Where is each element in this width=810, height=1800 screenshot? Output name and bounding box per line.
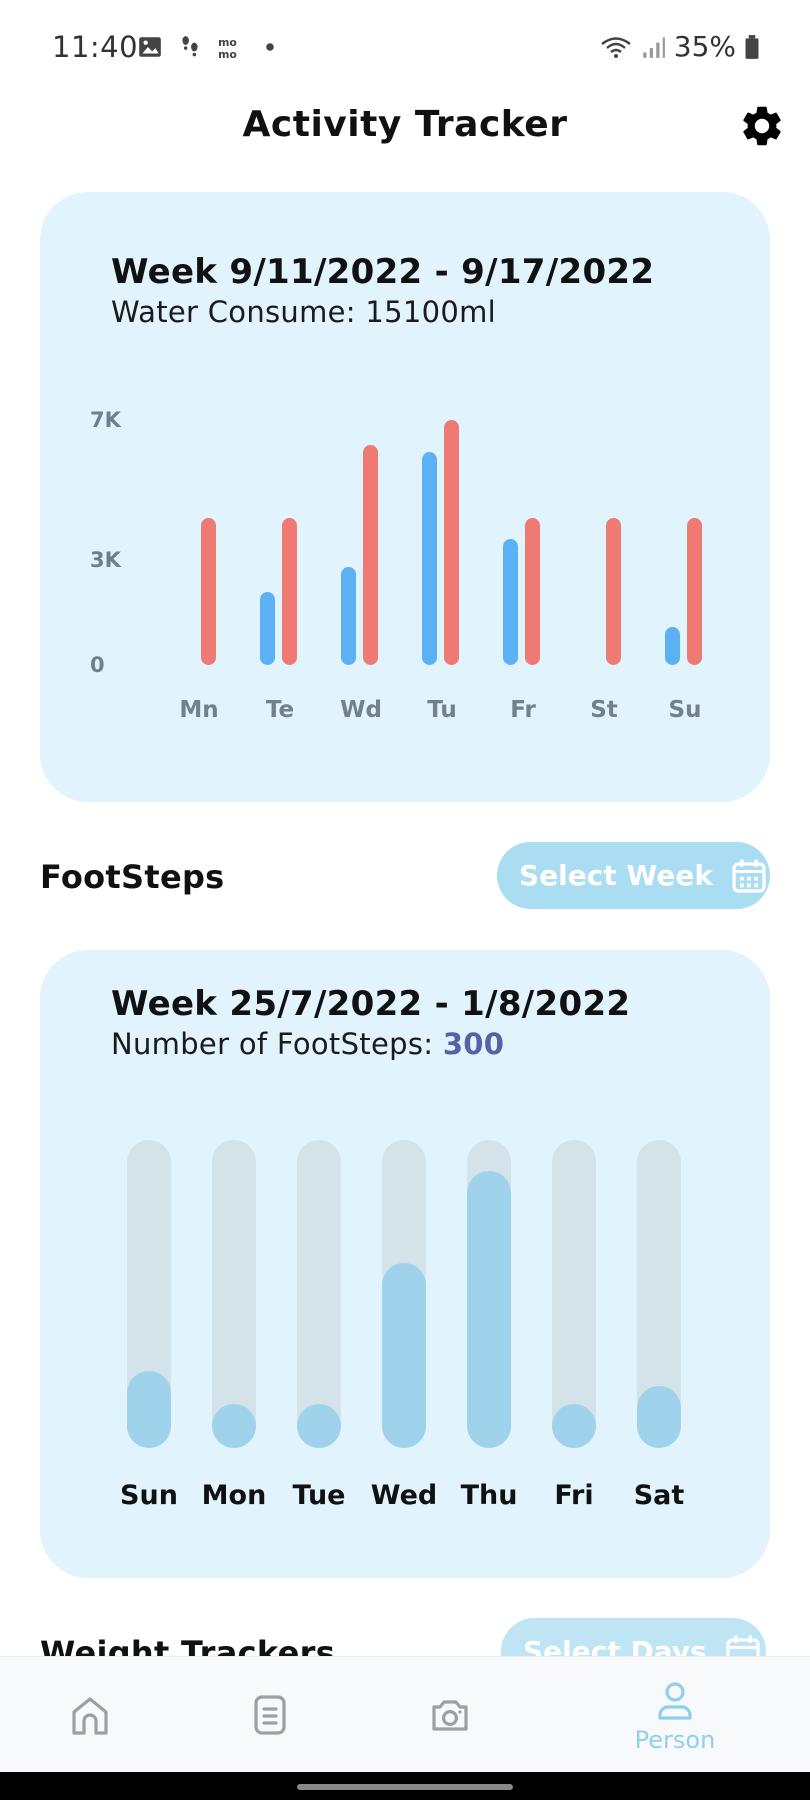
battery-icon <box>745 34 759 59</box>
status-time: 11:40 <box>52 30 139 64</box>
water-bar-blue <box>341 567 356 665</box>
footsteps-column-tue <box>297 1140 341 1448</box>
footsteps-day-label: Sun <box>120 1480 178 1511</box>
notification-icons: mo mo <box>137 34 283 60</box>
nav-person-label: Person <box>634 1726 716 1754</box>
x-tick-label: Mn <box>179 697 219 723</box>
water-bar-red <box>363 444 378 665</box>
camera-icon <box>432 1700 468 1731</box>
calendar-icon <box>732 859 766 893</box>
water-bar-red <box>687 518 702 665</box>
water-bar-red <box>282 518 297 665</box>
footsteps-bar-fill <box>467 1170 511 1448</box>
y-tick-label: 0 <box>90 653 105 677</box>
footsteps-week-title: Week 25/7/2022 - 1/8/2022 <box>111 984 631 1024</box>
nav-home[interactable] <box>30 1657 150 1773</box>
footsteps-count-label: Number of FootSteps: <box>111 1027 443 1061</box>
momo-icon: momo <box>218 36 237 60</box>
footsteps-day-label: Fri <box>554 1480 594 1511</box>
x-tick-label: St <box>590 697 618 723</box>
water-bar-chart: 0 3K 7K Mn Te Wd Tu Fr St Su <box>40 192 770 802</box>
water-bar-red <box>444 420 459 665</box>
x-tick-label: Wd <box>340 697 382 723</box>
image-icon <box>139 37 161 57</box>
gear-icon[interactable] <box>738 102 786 150</box>
nav-person[interactable]: Person <box>615 1657 735 1773</box>
water-bar-red <box>201 518 216 665</box>
footsteps-column-sat <box>637 1140 681 1448</box>
select-week-label: Select Week <box>519 859 713 892</box>
footsteps-section-title: FootSteps <box>40 858 225 896</box>
footsteps-day-label: Tue <box>292 1480 346 1511</box>
water-bar-blue <box>422 451 437 665</box>
water-bar-red <box>606 518 621 665</box>
footsteps-column-sun <box>127 1140 171 1448</box>
y-tick-label: 7K <box>90 408 121 432</box>
footsteps-bar-fill <box>382 1263 426 1448</box>
footsteps-day-label: Wed <box>370 1480 438 1511</box>
footsteps-bar-fill <box>637 1386 681 1448</box>
footsteps-column-wed <box>382 1140 426 1448</box>
footsteps-bar-fill <box>552 1404 596 1448</box>
footsteps-day-label: Thu <box>460 1480 518 1511</box>
home-icon <box>72 1697 108 1735</box>
footsteps-day-label: Mon <box>201 1480 267 1511</box>
y-tick-label: 3K <box>90 548 121 572</box>
water-bar-blue <box>260 591 275 665</box>
status-bar: 11:40 mo mo 35% <box>0 0 810 96</box>
system-icons: 35% <box>600 30 760 63</box>
person-icon <box>658 1682 692 1720</box>
signal-icon <box>643 36 665 58</box>
footsteps-column-mon <box>212 1140 256 1448</box>
wifi-icon <box>600 36 631 58</box>
footsteps-column-fri <box>552 1140 596 1448</box>
nav-camera[interactable] <box>390 1657 510 1773</box>
document-icon <box>254 1695 286 1735</box>
footsteps-bar-fill <box>127 1371 171 1448</box>
water-bar-blue <box>503 539 518 665</box>
nav-documents[interactable] <box>210 1657 330 1773</box>
footsteps-count-value: 300 <box>442 1027 505 1061</box>
footsteps-bar-fill <box>297 1404 341 1448</box>
footsteps-card: Week 25/7/2022 - 1/8/2022 Number of Foot… <box>40 950 770 1578</box>
footsteps-count-text: Number of FootSteps: 300 <box>111 1027 504 1061</box>
steps-icon <box>182 36 198 57</box>
select-week-button[interactable]: Select Week <box>497 842 770 909</box>
dot-icon <box>266 43 274 51</box>
x-tick-label: Fr <box>510 697 536 723</box>
battery-percent: 35% <box>673 30 736 63</box>
gesture-handle[interactable] <box>297 1784 513 1790</box>
water-card: Week 9/11/2022 - 9/17/2022 Water Consume… <box>40 192 770 802</box>
x-tick-label: Te <box>265 697 295 723</box>
footsteps-bar-fill <box>212 1404 256 1448</box>
app-header: Activity Tracker <box>0 96 810 166</box>
water-bar-blue <box>665 626 680 665</box>
footsteps-day-label: Sat <box>633 1480 685 1511</box>
svg-text:mo: mo <box>218 48 237 60</box>
bottom-navigation: Person <box>0 1656 810 1772</box>
water-bar-red <box>525 518 540 665</box>
system-gesture-bar <box>0 1772 810 1800</box>
x-tick-label: Tu <box>427 697 457 723</box>
page-title: Activity Tracker <box>242 104 568 145</box>
x-tick-label: Su <box>668 697 702 723</box>
footsteps-column-thu <box>467 1140 511 1448</box>
